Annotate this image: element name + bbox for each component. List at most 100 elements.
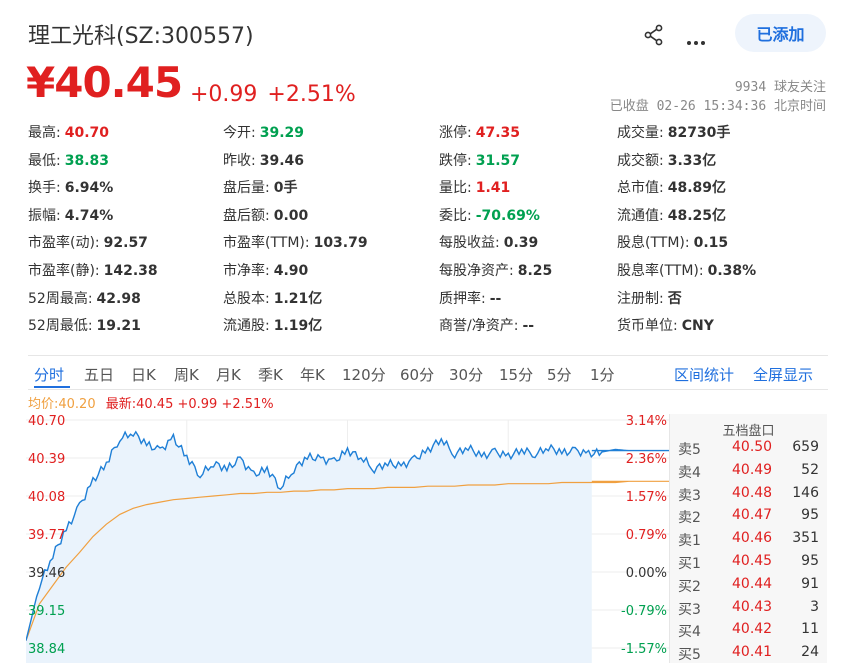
order-side: 卖5: [678, 442, 701, 458]
chart-period-tabs: 分时 五日 日K 周K 月K 季K 年K 120分 60分 30分 15分 5分 1分 区间统计 全屏显示: [28, 355, 828, 390]
stat-value: 8.25: [517, 263, 553, 279]
tab-period[interactable]: 15分: [499, 364, 533, 385]
stat-item: 换手: 6.94%: [28, 177, 113, 197]
tab-period[interactable]: 5分: [547, 364, 572, 385]
stat-item: 盘后量: 0手: [223, 177, 297, 197]
stat-label: 成交额:: [617, 152, 664, 169]
order-volume: 91: [801, 575, 819, 592]
stat-label: 成交量:: [617, 125, 664, 141]
share-icon[interactable]: [643, 24, 665, 50]
y-axis-right-label: 2.36%: [626, 452, 667, 467]
stat-item: 市盈率(TTM): 103.79: [223, 232, 368, 252]
tab-period[interactable]: 60分: [400, 364, 434, 385]
stat-value: 48.89亿: [667, 180, 727, 197]
stat-value: 0.38%: [707, 263, 757, 279]
stat-item: 成交额: 3.33亿: [617, 150, 716, 170]
stock-title: 理工光科(SZ:300557): [28, 24, 254, 49]
order-side: 买4: [678, 624, 701, 641]
stat-item: 市盈率(静): 142.38: [28, 260, 158, 280]
tab-period[interactable]: 分时: [34, 364, 64, 385]
stat-label: 振幅:: [28, 207, 61, 224]
stat-value: 39.29: [259, 125, 305, 141]
stat-item: 商誉/净资产: --: [439, 315, 534, 335]
stat-value: --: [489, 290, 502, 307]
tab-period[interactable]: 120分: [342, 364, 386, 385]
stat-label: 市盈率(静):: [28, 263, 100, 279]
stat-label: 每股净资产:: [439, 263, 514, 279]
tab-period[interactable]: 1分: [590, 364, 615, 385]
tab-period[interactable]: 30分: [449, 364, 483, 385]
order-volume: 11: [801, 621, 819, 638]
stat-value: 0手: [273, 180, 298, 197]
stat-label: 股息率(TTM):: [617, 263, 704, 279]
tab-period[interactable]: 月K: [216, 364, 241, 385]
order-price: 40.44: [732, 575, 773, 592]
intraday-chart[interactable]: ⊗ 雪球40.7040.3940.0839.7739.4639.1538.843…: [25, 410, 669, 663]
stat-item: 52周最低: 19.21: [28, 315, 141, 335]
stat-value: 1.41: [475, 180, 511, 197]
stat-value: 142.38: [103, 263, 158, 279]
order-book-row: 买3 40.43 3: [670, 599, 827, 622]
more-icon[interactable]: [686, 31, 706, 50]
y-axis-right-label: 0.00%: [626, 566, 667, 581]
stat-item: 振幅: 4.74%: [28, 205, 113, 225]
stat-value: 6.94%: [64, 180, 114, 197]
stat-item: 市盈率(动): 92.57: [28, 232, 148, 252]
stat-value: 3.33亿: [667, 152, 717, 169]
stat-label: 委比:: [439, 207, 472, 224]
stat-item: 市净率: 4.90: [223, 260, 308, 280]
order-price: 40.41: [732, 644, 773, 661]
stat-label: 总市值:: [617, 180, 664, 197]
order-price: 40.48: [732, 484, 773, 501]
range-stats-link[interactable]: 区间统计: [674, 364, 734, 385]
stat-label: 流通股:: [223, 318, 270, 335]
stat-value: 40.70: [64, 125, 110, 141]
stat-label: 最低:: [28, 152, 61, 169]
stat-label: 跌停:: [439, 152, 472, 169]
followers-count[interactable]: 9934 球友关注: [735, 76, 826, 95]
stat-value: 4.90: [273, 263, 309, 279]
added-watchlist-button[interactable]: 已添加: [735, 14, 826, 52]
stat-item: 成交量: 82730手: [617, 122, 730, 142]
y-axis-left-label: 39.46: [28, 566, 65, 581]
stat-item: 注册制: 否: [617, 288, 682, 308]
y-axis-right-label: 1.57%: [626, 490, 667, 505]
stat-item: 跌停: 31.57: [439, 150, 520, 170]
change-percent: +2.51%: [267, 82, 356, 107]
stat-label: 货币单位:: [617, 318, 678, 335]
stat-value: 38.83: [64, 152, 110, 169]
stat-label: 52周最高:: [28, 290, 93, 307]
stat-item: 质押率: --: [439, 288, 501, 308]
stat-label: 市盈率(动):: [28, 235, 100, 252]
y-axis-left-label: 40.39: [28, 452, 65, 467]
stat-value: 31.57: [475, 152, 521, 169]
order-volume: 659: [792, 439, 819, 455]
tab-period[interactable]: 季K: [258, 364, 283, 385]
stat-label: 股息(TTM):: [617, 235, 690, 252]
order-side: 卖3: [678, 487, 701, 504]
tab-period[interactable]: 五日: [84, 364, 114, 385]
stat-value: 48.25亿: [667, 207, 727, 224]
stat-label: 最高:: [28, 125, 61, 141]
tab-period[interactable]: 年K: [300, 364, 325, 385]
order-volume: 3: [810, 598, 819, 615]
y-axis-left-label: 40.08: [28, 490, 65, 505]
tab-period[interactable]: 周K: [174, 364, 199, 385]
order-book: 五档盘口 卖5 40.50 659 卖4 40.49 52 卖3 40.48 146 卖2 40.4…: [669, 414, 827, 663]
intraday-chart-svg: ⊗ 雪球40.7040.3940.0839.7739.4639.1538.843…: [25, 414, 669, 663]
stat-item: 总市值: 48.89亿: [617, 177, 726, 197]
order-price: 40.42: [732, 621, 773, 638]
stat-item: 盘后额: 0.00: [223, 205, 308, 225]
tab-period[interactable]: 日K: [131, 364, 156, 385]
stat-value: 4.74%: [64, 207, 114, 224]
order-side: 卖1: [678, 533, 701, 550]
stat-value: 否: [667, 290, 682, 307]
order-book-row: 卖3 40.48 146: [670, 485, 827, 508]
y-axis-right-label: 3.14%: [626, 414, 667, 429]
stat-value: -70.69%: [475, 207, 540, 224]
stat-label: 商誉/净资产:: [439, 318, 519, 335]
stat-value: 92.57: [103, 235, 148, 252]
fullscreen-link[interactable]: 全屏显示: [753, 364, 813, 385]
stat-label: 52周最低:: [28, 318, 93, 335]
stat-label: 市净率:: [223, 263, 270, 279]
